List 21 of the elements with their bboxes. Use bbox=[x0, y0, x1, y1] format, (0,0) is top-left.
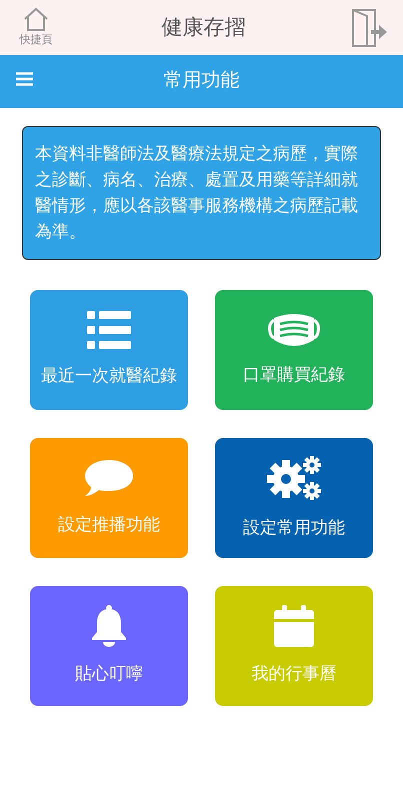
home-label: 快捷頁 bbox=[20, 33, 52, 48]
page-title: 健康存摺 bbox=[162, 14, 246, 41]
menu-button[interactable] bbox=[16, 72, 33, 86]
feature-tile[interactable]: 設定常用功能 bbox=[215, 438, 373, 558]
feature-tile[interactable]: 貼心叮嚀 bbox=[30, 586, 188, 706]
home-button[interactable]: 快捷頁 bbox=[12, 6, 60, 49]
gears-icon bbox=[266, 455, 322, 502]
feature-tile[interactable]: 設定推播功能 bbox=[30, 438, 188, 558]
notice-text: 本資料非醫師法及醫療法規定之病歷，實際之診斷、病名、治療、處置及用藥等詳細就醫情形，應以各該醫事服務機構之病歷記載為準。 bbox=[22, 126, 381, 260]
list-icon bbox=[87, 311, 131, 350]
bell-icon bbox=[91, 605, 127, 648]
menu-icon bbox=[16, 72, 33, 86]
exit-door-icon bbox=[349, 8, 389, 48]
feature-tile[interactable]: 我的行事曆 bbox=[215, 586, 373, 706]
calendar-icon bbox=[274, 605, 314, 648]
face-mask-icon bbox=[268, 312, 320, 348]
feature-tile[interactable]: 最近一次就醫紀錄 bbox=[30, 290, 188, 410]
speech-bubble-icon bbox=[84, 458, 134, 498]
home-icon bbox=[22, 6, 50, 32]
nav-title: 常用功能 bbox=[164, 69, 240, 94]
feature-tile[interactable]: 口罩購買紀錄 bbox=[215, 290, 373, 410]
